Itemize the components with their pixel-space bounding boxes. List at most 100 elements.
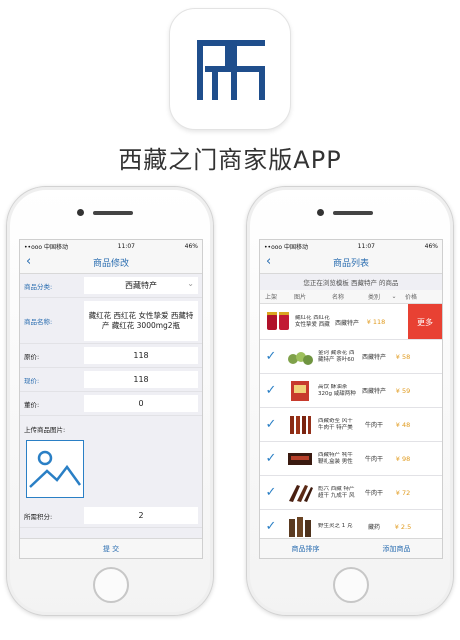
home-button[interactable] xyxy=(93,567,129,603)
original-price-label: 原价: xyxy=(24,352,40,361)
back-chevron-icon[interactable]: ‹ xyxy=(266,255,271,269)
dried-beef-icon xyxy=(290,415,311,434)
product-category: 牛肉干 xyxy=(364,490,383,497)
member-price-label: 董价: xyxy=(24,400,40,409)
points-label: 所需积分: xyxy=(24,512,53,521)
nav-bar: ‹ 商品修改 xyxy=(20,252,202,274)
status-bar: ••ooo 中国移动 11:07 46% xyxy=(260,240,442,252)
product-category: 牛肉干 xyxy=(364,456,383,463)
list-bottom-bar: 商品排序 添加商品 xyxy=(260,538,442,558)
member-price-input[interactable]: 0 xyxy=(84,395,198,412)
product-category: 西藏特产 xyxy=(361,354,386,361)
product-thumb xyxy=(285,447,315,471)
add-product-button[interactable]: 添加商品 xyxy=(383,544,411,554)
current-price-input[interactable]: 118 xyxy=(84,371,198,388)
product-name: 金诃 藏茶花 西藏特产 茶叶60 xyxy=(318,349,355,363)
list-item[interactable]: ✓ 高饮 酥油茶320g 咸甜两种 西藏特产 ¥ 59 xyxy=(260,374,442,408)
current-price-row: 现价: 118 xyxy=(20,368,202,392)
product-category: 藏药 xyxy=(367,524,380,531)
submit-bar: 提 交 xyxy=(20,538,202,558)
name-input[interactable]: 藏红花 西红花 女性挚爱 西藏特产 藏红花 3000mg2瓶 xyxy=(84,300,198,341)
check-icon[interactable]: ✓ xyxy=(260,451,282,466)
gift-box-icon xyxy=(288,452,312,465)
saffron-jar-icon xyxy=(267,312,289,330)
list-item[interactable]: ✓ 金诃 藏茶花 西藏特产 茶叶60 西藏特产 ¥ 58 xyxy=(260,340,442,374)
logo-mark-icon xyxy=(197,40,265,100)
chevron-down-icon: ⌄ xyxy=(187,279,194,288)
chevron-down-icon: ⌄ xyxy=(391,293,397,300)
edit-screen: ••ooo 中国移动 11:07 46% ‹ 商品修改 商品分类: 西藏特产 ⌄… xyxy=(19,239,203,559)
speaker-grille xyxy=(333,211,373,215)
product-price: ¥ 58 xyxy=(395,352,411,361)
page-title: 商品列表 xyxy=(332,259,369,269)
product-category: 西藏特产 xyxy=(361,388,386,395)
home-button[interactable] xyxy=(333,567,369,603)
phone-product-list: ••ooo 中国移动 11:07 46% ‹ 商品列表 您正在浏览模板 西藏特产… xyxy=(246,186,454,616)
points-input[interactable]: 2 xyxy=(84,507,198,524)
product-thumb xyxy=(264,310,292,334)
original-price-input[interactable]: 118 xyxy=(84,347,198,364)
col-image: 图片 xyxy=(293,294,306,301)
battery-label: 46% xyxy=(424,242,438,250)
butter-tea-box-icon xyxy=(291,380,309,401)
back-chevron-icon[interactable]: ‹ xyxy=(26,255,31,269)
more-button[interactable]: 更多 xyxy=(408,304,442,339)
name-row: 商品名称: 藏红花 西红花 女性挚爱 西藏特产 藏红花 3000mg2瓶 xyxy=(20,298,202,344)
battery-label: 46% xyxy=(184,242,198,250)
category-select[interactable]: 西藏特产 ⌄ xyxy=(84,277,198,294)
product-price: ¥ 98 xyxy=(395,454,411,463)
col-category[interactable]: 类別 xyxy=(358,292,390,301)
product-name: 彪六 西藏 特产超干 九成干 风 xyxy=(318,485,355,499)
current-price-label: 现价: xyxy=(24,376,40,385)
col-name: 名称 xyxy=(331,294,344,301)
check-icon[interactable]: ✓ xyxy=(260,417,282,432)
sort-products-button[interactable]: 商品排序 xyxy=(292,544,320,554)
swiped-row[interactable]: 藏红花 西红花 女性挚爱 西藏 西藏特产 ¥ 118 更多 xyxy=(260,304,442,340)
product-name: 野生灵芝 1 克 xyxy=(318,523,353,529)
submit-button[interactable]: 提 交 xyxy=(103,544,119,554)
nav-bar: ‹ 商品列表 xyxy=(260,252,442,274)
original-price-row: 原价: 118 xyxy=(20,344,202,368)
tea-flower-icon xyxy=(288,351,313,365)
check-icon[interactable]: ✓ xyxy=(260,383,282,398)
check-icon[interactable]: ✓ xyxy=(260,349,282,364)
product-name: 藏红花 西红花 女性挚爱 西藏 xyxy=(295,315,330,328)
product-thumb xyxy=(285,515,315,539)
upload-image-button[interactable] xyxy=(26,440,84,498)
col-shelf: 上架 xyxy=(264,294,277,301)
category-value: 西藏特产 xyxy=(125,281,157,290)
swiped-row-content: 藏红花 西红花 女性挚爱 西藏 西藏特产 ¥ 118 xyxy=(260,304,410,339)
product-name: 高饮 酥油茶320g 咸甜两种 xyxy=(318,383,356,397)
category-label: 商品分类: xyxy=(24,282,53,291)
image-placeholder-icon xyxy=(29,450,82,488)
product-thumb xyxy=(285,413,315,437)
product-category: 西藏特产 xyxy=(334,319,359,327)
product-price: ¥ 72 xyxy=(395,488,411,497)
member-price-row: 董价: 0 xyxy=(20,392,202,416)
check-icon[interactable]: ✓ xyxy=(260,519,282,534)
stage: 西藏之门商家版APP ••ooo 中国移动 11:07 46% ‹ 商品修改 商… xyxy=(0,0,460,640)
browse-note: 您正在浏览模板 西藏特产 的商品 xyxy=(260,274,442,290)
carrier-label: ••ooo 中国移动 xyxy=(24,243,68,251)
category-row: 商品分类: 西藏特产 ⌄ xyxy=(20,274,202,298)
product-thumb xyxy=(285,345,315,369)
app-title: 西藏之门商家版APP xyxy=(118,146,342,174)
list-item[interactable]: ✓ 西藏特产 牦牛鞭礼盒装 男性 牛肉干 ¥ 98 xyxy=(260,442,442,476)
upload-label: 上传商品图片: xyxy=(24,426,66,434)
check-icon[interactable]: ✓ xyxy=(260,485,282,500)
product-price: ¥ 59 xyxy=(395,386,411,395)
product-thumb xyxy=(285,481,315,505)
product-price: ¥ 48 xyxy=(395,420,411,429)
camera-icon xyxy=(77,209,84,216)
product-price: ¥ 2.5 xyxy=(394,522,412,531)
camera-icon xyxy=(317,209,324,216)
status-time: 11:07 xyxy=(117,242,135,250)
list-item[interactable]: ✓ 彪六 西藏 特产超干 九成干 风 牛肉干 ¥ 72 xyxy=(260,476,442,510)
list-screen: ••ooo 中国移动 11:07 46% ‹ 商品列表 您正在浏览模板 西藏特产… xyxy=(259,239,443,559)
name-label: 商品名称: xyxy=(24,317,53,326)
col-price: 价格 xyxy=(404,294,417,301)
list-header: 上架 图片 名称 类別 ⌄ 价格 xyxy=(260,290,442,304)
list-item[interactable]: ✓ 西藏奇圣 风干 牛肉干 特产美 牛肉干 ¥ 48 xyxy=(260,408,442,442)
status-time: 11:07 xyxy=(357,242,375,250)
page-title: 商品修改 xyxy=(92,259,129,269)
